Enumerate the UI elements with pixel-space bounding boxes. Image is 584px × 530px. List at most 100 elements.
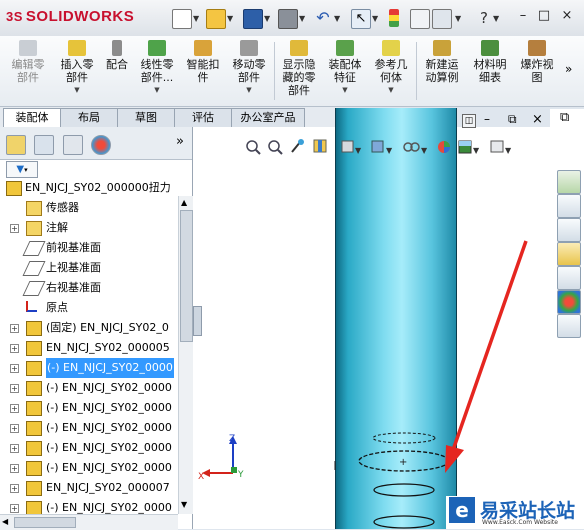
- view-restore-alt-button[interactable]: ⧉: [560, 110, 569, 125]
- options-icon[interactable]: [432, 9, 452, 29]
- save-dropdown-icon[interactable]: ▼: [264, 14, 270, 23]
- restore-button[interactable]: □: [535, 8, 553, 24]
- exploded-view-button[interactable]: 爆炸视 图: [516, 40, 558, 84]
- linear-pattern-button[interactable]: 线性零 部件... ▼: [136, 40, 178, 97]
- tree-item[interactable]: + (-) EN_NJCJ_SY02_0000: [0, 418, 178, 438]
- expand-toggle-icon[interactable]: +: [10, 344, 19, 353]
- expand-toggle-icon[interactable]: +: [10, 224, 19, 233]
- scroll-up-icon[interactable]: ▲: [181, 198, 187, 207]
- hole-edge[interactable]: [373, 483, 435, 497]
- chevron-down-icon[interactable]: ▼: [228, 84, 270, 97]
- reference-geometry-button[interactable]: 参考几 何体 ▼: [370, 40, 412, 97]
- select-dropdown-icon[interactable]: ▼: [372, 14, 378, 23]
- expand-toggle-icon[interactable]: +: [10, 404, 19, 413]
- print-dropdown-icon[interactable]: ▼: [299, 14, 305, 23]
- chevron-down-icon[interactable]: ▼: [324, 84, 366, 97]
- new-motion-study-button[interactable]: 新建运 动算例: [420, 40, 464, 84]
- property-manager-icon[interactable]: [34, 135, 54, 155]
- expand-toggle-icon[interactable]: +: [10, 464, 19, 473]
- tile-view-button[interactable]: ◫: [462, 114, 476, 128]
- tree-item[interactable]: + (-) EN_NJCJ_SY02_0000: [0, 438, 178, 458]
- view-palette-icon[interactable]: [557, 242, 581, 266]
- undo-dropdown-icon[interactable]: ▼: [334, 14, 340, 23]
- scroll-left-icon[interactable]: ◀: [2, 517, 8, 526]
- hscrollbar-thumb[interactable]: [14, 517, 76, 528]
- expand-toggle-icon[interactable]: +: [10, 324, 19, 333]
- scrollbar-thumb[interactable]: [180, 210, 193, 342]
- tab-evaluate[interactable]: 评估: [174, 108, 232, 127]
- expand-panel-icon[interactable]: »: [176, 134, 184, 149]
- design-library-icon[interactable]: [557, 194, 581, 218]
- expand-toggle-icon[interactable]: +: [10, 444, 19, 453]
- print-icon[interactable]: [278, 9, 298, 29]
- tree-item[interactable]: 原点: [0, 298, 178, 318]
- scroll-down-icon[interactable]: ▼: [181, 500, 187, 509]
- filter-button[interactable]: ▼▾: [6, 161, 38, 178]
- smart-fastener-button[interactable]: 智能扣 件: [182, 40, 224, 84]
- reference-geometry-icon: [382, 40, 400, 56]
- chevron-down-icon[interactable]: ▼: [370, 84, 412, 97]
- open-dropdown-icon[interactable]: ▼: [227, 14, 233, 23]
- featuremanager-tree-icon[interactable]: [6, 135, 26, 155]
- tree-item[interactable]: + (-) EN_NJCJ_SY02_0000: [0, 458, 178, 478]
- tab-sketch[interactable]: 草图: [117, 108, 175, 127]
- new-document-icon[interactable]: [172, 9, 192, 29]
- expand-toggle-icon[interactable]: +: [10, 384, 19, 393]
- expand-toggle-icon[interactable]: +: [10, 364, 19, 373]
- open-folder-icon[interactable]: [206, 9, 226, 29]
- show-hidden-components-button[interactable]: 显示隐 藏的零 部件: [278, 40, 320, 97]
- tree-item[interactable]: 上视基准面: [0, 258, 178, 278]
- view-minimize-button[interactable]: –: [484, 112, 490, 126]
- tree-horizontal-scrollbar[interactable]: ◀: [0, 514, 178, 530]
- expand-toggle-icon[interactable]: +: [10, 424, 19, 433]
- hole-edge[interactable]: [373, 515, 435, 529]
- undo-icon[interactable]: ↶: [314, 9, 332, 27]
- solidworks-resources-icon[interactable]: [557, 170, 581, 194]
- more-commands-icon[interactable]: »: [565, 62, 572, 76]
- edit-component-button[interactable]: 编辑零 部件: [8, 40, 48, 84]
- tree-vertical-scrollbar[interactable]: ▲ ▼: [178, 196, 193, 514]
- tab-layout[interactable]: 布局: [60, 108, 118, 127]
- chevron-down-icon[interactable]: ▼: [136, 84, 178, 97]
- view-close-button[interactable]: ×: [532, 112, 543, 127]
- rebuild-traffic-light-icon[interactable]: [389, 9, 399, 27]
- help-icon[interactable]: ?: [475, 9, 493, 27]
- tree-item[interactable]: + EN_NJCJ_SY02_000005: [0, 338, 178, 358]
- tree-item[interactable]: + EN_NJCJ_SY02_000007: [0, 478, 178, 498]
- tab-assembly[interactable]: 装配体: [3, 108, 61, 128]
- tree-item[interactable]: 传感器: [0, 198, 178, 218]
- assembly-features-button[interactable]: 装配体 特征 ▼: [324, 40, 366, 97]
- view-restore-button[interactable]: ⧉: [508, 112, 517, 127]
- expand-toggle-icon[interactable]: +: [10, 484, 19, 493]
- tree-item[interactable]: + (固定) EN_NJCJ_SY02_0: [0, 318, 178, 338]
- save-icon[interactable]: [243, 9, 263, 29]
- minimize-button[interactable]: –: [514, 8, 532, 24]
- display-manager-icon[interactable]: [91, 135, 111, 155]
- tree-item[interactable]: + (-) EN_NJCJ_SY02_0000: [0, 358, 178, 378]
- options-dropdown-icon[interactable]: ▼: [455, 14, 461, 23]
- tree-item[interactable]: + 注解: [0, 218, 178, 238]
- bill-of-materials-button[interactable]: 材料明 细表: [470, 40, 510, 84]
- tree-item[interactable]: + (-) EN_NJCJ_SY02_0000: [0, 398, 178, 418]
- tree-item[interactable]: + (-) EN_NJCJ_SY02_0000: [0, 378, 178, 398]
- file-explorer-icon[interactable]: [557, 218, 581, 242]
- insert-component-button[interactable]: 插入零 部件 ▼: [55, 40, 99, 97]
- chevron-down-icon[interactable]: ▼: [55, 84, 99, 97]
- new-dropdown-icon[interactable]: ▼: [193, 14, 199, 23]
- close-button[interactable]: ×: [558, 8, 576, 24]
- tree-item[interactable]: 前视基准面: [0, 238, 178, 258]
- select-cursor-icon[interactable]: ↖: [351, 9, 371, 29]
- tree-item[interactable]: 右视基准面: [0, 278, 178, 298]
- move-component-button[interactable]: 移动零 部件 ▼: [228, 40, 270, 97]
- mate-button[interactable]: 配合: [102, 40, 132, 71]
- panel-splitter-handle[interactable]: [193, 306, 202, 336]
- task-pane-settings-icon[interactable]: [557, 314, 581, 338]
- file-properties-icon[interactable]: [410, 9, 430, 29]
- appearances-icon[interactable]: [557, 266, 581, 290]
- expand-toggle-icon[interactable]: +: [10, 504, 19, 513]
- custom-properties-icon[interactable]: [557, 290, 581, 314]
- tab-office-products[interactable]: 办公室产品: [231, 108, 305, 127]
- tree-root[interactable]: EN_NJCJ_SY02_000000扭力: [0, 178, 178, 198]
- configuration-manager-icon[interactable]: [63, 135, 83, 155]
- help-dropdown-icon[interactable]: ▼: [493, 14, 499, 23]
